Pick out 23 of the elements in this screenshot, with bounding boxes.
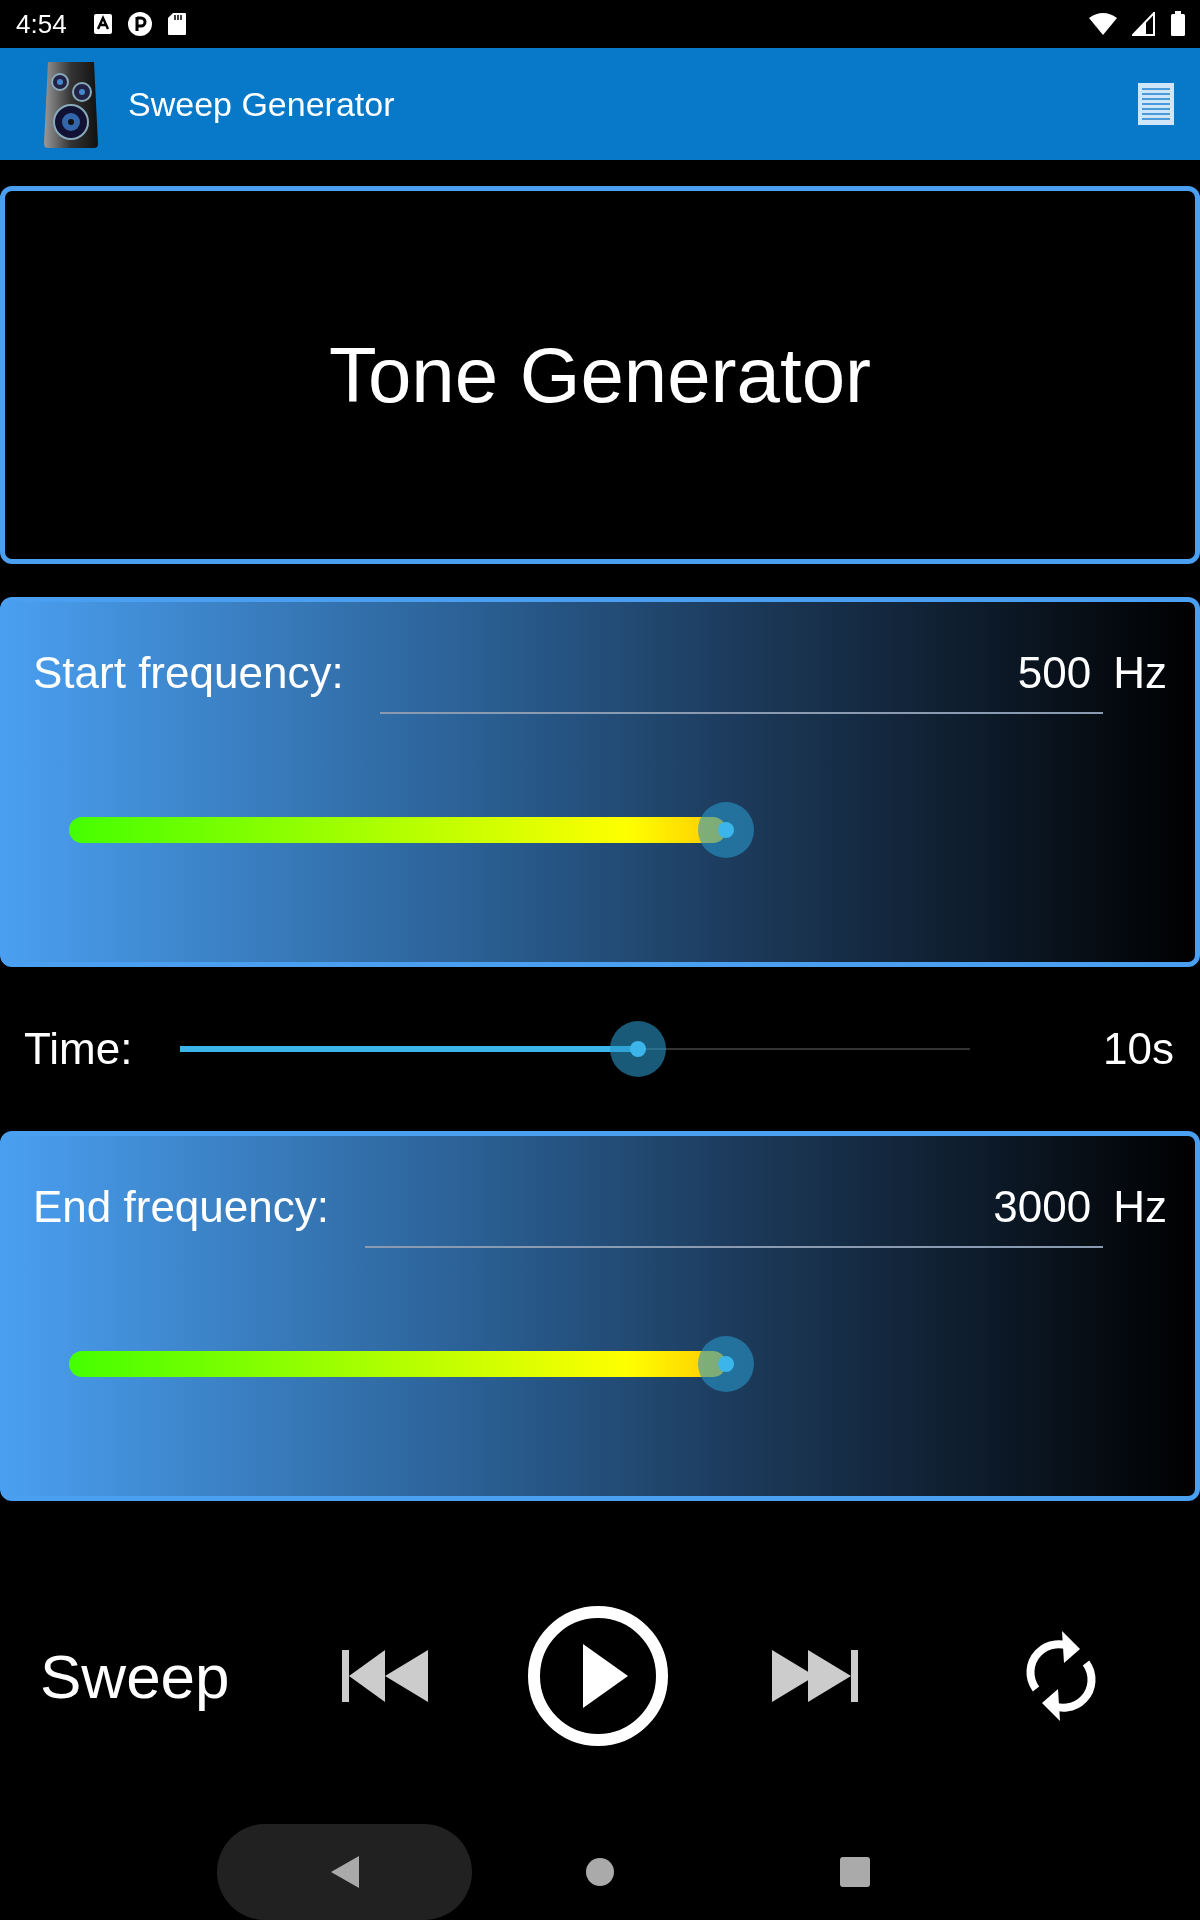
- font-icon: [92, 13, 113, 35]
- time-label: Time:: [24, 1024, 134, 1074]
- unit-label: Hz: [1113, 648, 1167, 698]
- display-text: Tone Generator: [329, 329, 871, 421]
- battery-icon: [1170, 11, 1186, 37]
- circle-badge-icon: [126, 11, 153, 37]
- home-icon[interactable]: [586, 1858, 614, 1886]
- wifi-icon: [1088, 12, 1118, 36]
- signal-icon: [1132, 12, 1156, 36]
- play-icon[interactable]: [526, 1604, 670, 1748]
- app-title: Sweep Generator: [128, 84, 395, 124]
- skip-back-icon[interactable]: [342, 1650, 428, 1702]
- sd-card-icon: [166, 12, 187, 36]
- frequency-label: End frequency:: [33, 1182, 329, 1232]
- mode-label: Sweep: [40, 1640, 231, 1712]
- back-icon[interactable]: [330, 1856, 359, 1888]
- status-time: 4:54: [16, 8, 67, 40]
- frequency-label: Start frequency:: [33, 648, 344, 698]
- time-reading: 10s: [1102, 1024, 1174, 1074]
- frequency-input[interactable]: 500: [379, 648, 1104, 714]
- frequency-input[interactable]: 3000: [364, 1182, 1104, 1248]
- skip-forward-icon[interactable]: [772, 1650, 858, 1702]
- unit-label: Hz: [1113, 1182, 1167, 1232]
